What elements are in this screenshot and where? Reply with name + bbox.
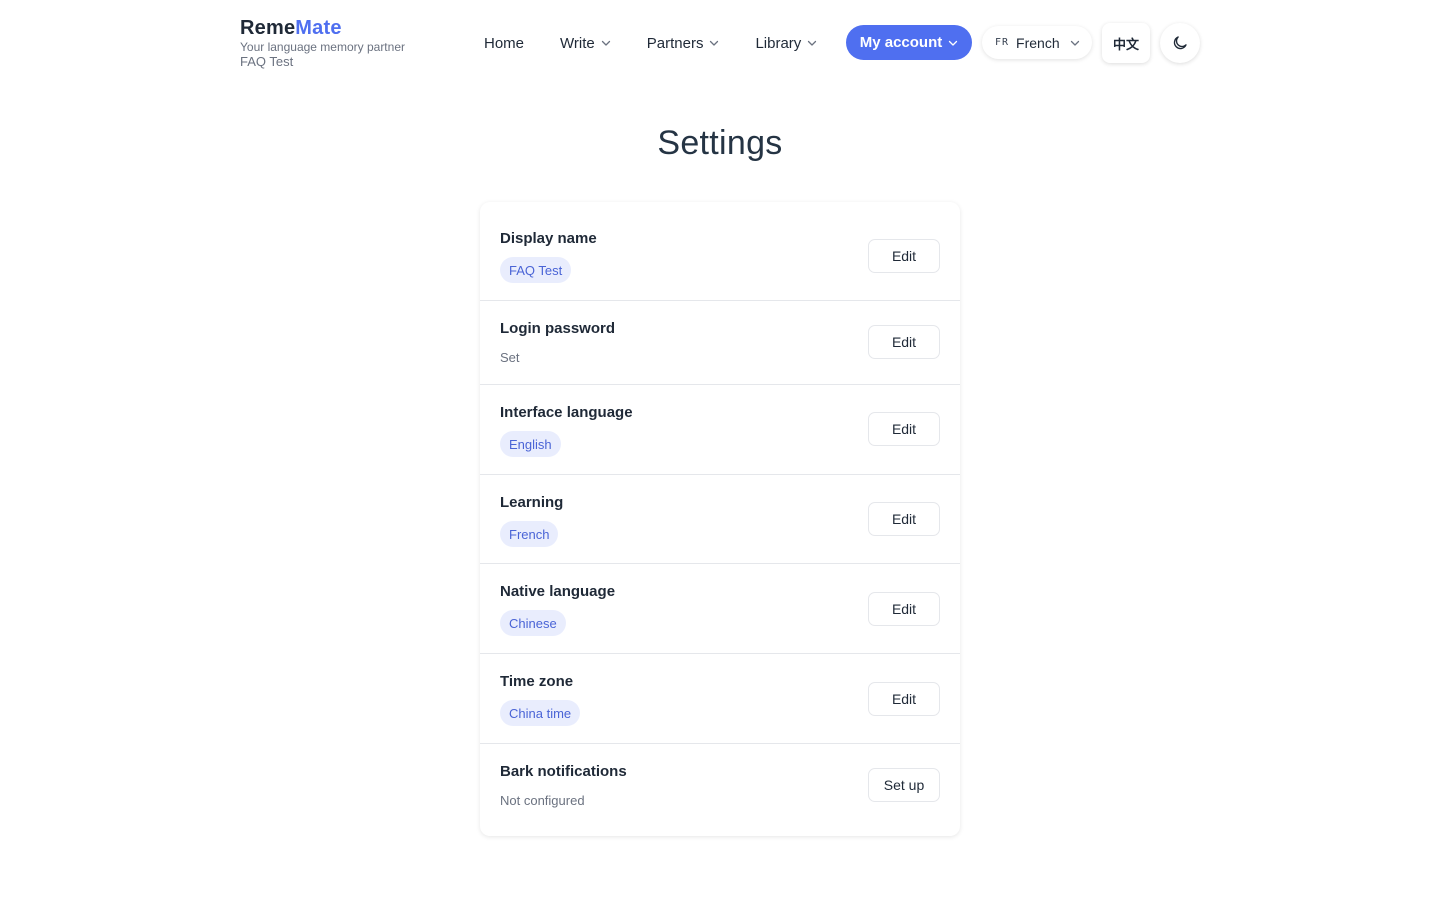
nav-write-label: Write bbox=[560, 34, 595, 52]
settings-row-native-language: Native language Chinese Edit bbox=[480, 564, 960, 654]
brand-name-part2: Mate bbox=[295, 17, 342, 39]
nav-library[interactable]: Library bbox=[743, 25, 829, 61]
current-user-name: FAQ Test bbox=[240, 54, 294, 69]
learning-language-select[interactable]: FR French bbox=[982, 26, 1092, 59]
edit-login-password-button[interactable]: Edit bbox=[868, 325, 940, 359]
language-code: FR bbox=[995, 37, 1010, 48]
chevron-down-icon bbox=[948, 38, 958, 48]
brand-name-part1: Reme bbox=[240, 17, 296, 39]
setting-label: Time zone bbox=[500, 673, 574, 690]
brand-tagline: Your language memory partner bbox=[240, 40, 405, 54]
settings-row-login-password: Login password Set Edit bbox=[480, 301, 960, 385]
setting-value-text: Not configured bbox=[500, 793, 585, 808]
nav-home[interactable]: Home bbox=[472, 25, 536, 61]
edit-learning-button[interactable]: Edit bbox=[868, 502, 940, 536]
nav-partners-label: Partners bbox=[646, 34, 704, 52]
setting-value-badge: FAQ Test bbox=[500, 257, 572, 283]
nav-library-label: Library bbox=[755, 34, 802, 52]
settings-row-learning: Learning French Edit bbox=[480, 475, 960, 564]
my-account-button[interactable]: My account bbox=[846, 25, 972, 60]
nav-write[interactable]: Write bbox=[548, 25, 623, 61]
my-account-label: My account bbox=[859, 34, 943, 51]
setting-value-badge: English bbox=[500, 431, 561, 457]
setting-value-text: Set bbox=[500, 350, 520, 365]
settings-row-bark-notifications: Bark notifications Not configured Set up bbox=[480, 744, 960, 836]
edit-interface-language-button[interactable]: Edit bbox=[868, 412, 940, 446]
edit-display-name-button[interactable]: Edit bbox=[868, 239, 940, 273]
locale-toggle-button[interactable]: 中文 bbox=[1102, 23, 1150, 63]
edit-time-zone-button[interactable]: Edit bbox=[868, 682, 940, 716]
setting-label: Display name bbox=[500, 230, 597, 247]
setting-label: Native language bbox=[500, 583, 616, 600]
brand[interactable]: RemeMate Your language memory partner FA… bbox=[240, 16, 405, 69]
setting-label: Learning bbox=[500, 494, 564, 511]
chevron-down-icon bbox=[601, 38, 611, 48]
chevron-down-icon bbox=[1070, 38, 1080, 48]
page-title: Settings bbox=[657, 124, 783, 162]
setting-label: Bark notifications bbox=[500, 763, 627, 780]
nav-partners[interactable]: Partners bbox=[635, 25, 732, 61]
setting-label: Login password bbox=[500, 320, 616, 337]
setting-value-badge: French bbox=[500, 521, 559, 547]
setting-value-badge: China time bbox=[500, 700, 581, 726]
edit-native-language-button[interactable]: Edit bbox=[868, 592, 940, 626]
setting-label: Interface language bbox=[500, 404, 633, 421]
settings-row-interface-language: Interface language English Edit bbox=[480, 385, 960, 475]
brand-logo-text: RemeMate bbox=[240, 16, 405, 40]
nav-home-label: Home bbox=[484, 34, 525, 52]
chevron-down-icon bbox=[807, 38, 817, 48]
chevron-down-icon bbox=[709, 38, 719, 48]
main-nav: Home Write Partners Library bbox=[472, 25, 841, 61]
settings-row-display-name: Display name FAQ Test Edit bbox=[480, 202, 960, 301]
top-header: RemeMate Your language memory partner FA… bbox=[0, 0, 1440, 86]
language-name: French bbox=[1016, 34, 1060, 51]
setting-value-badge: Chinese bbox=[500, 610, 566, 636]
settings-card: Display name FAQ Test Edit Login passwor… bbox=[480, 202, 960, 836]
setup-bark-notifications-button[interactable]: Set up bbox=[868, 768, 940, 802]
theme-toggle-button[interactable] bbox=[1160, 23, 1200, 63]
settings-row-time-zone: Time zone China time Edit bbox=[480, 654, 960, 744]
moon-icon bbox=[1173, 36, 1187, 50]
